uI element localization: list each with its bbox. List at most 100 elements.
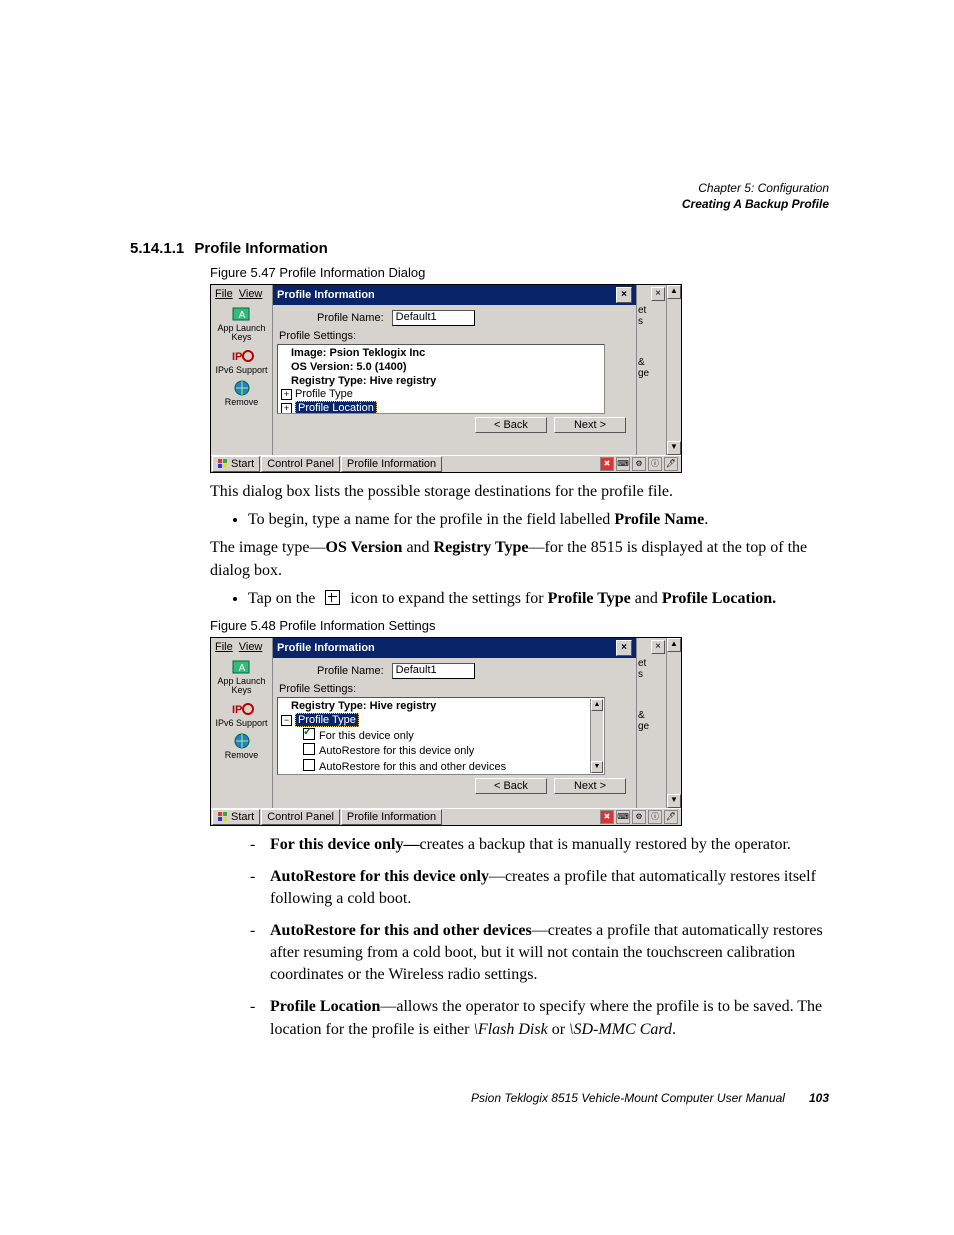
dash-list: For this device only—creates a backup th… <box>250 834 824 1041</box>
taskbar-profile-info[interactable]: Profile Information <box>341 456 442 472</box>
tree-os-version: OS Version: 5.0 (1400) <box>281 361 601 375</box>
taskbar-control-panel[interactable]: Control Panel <box>261 809 340 825</box>
tray-icon[interactable]: ⓘ <box>648 457 662 471</box>
windows-icon <box>218 459 228 469</box>
tree-profile-type[interactable]: −Profile Type <box>281 714 601 728</box>
tray-icon[interactable]: 🖊 <box>664 457 678 471</box>
section-heading: 5.14.1.1 Profile Information <box>130 240 824 257</box>
profile-settings-label: Profile Settings: <box>279 330 632 342</box>
collapse-icon[interactable]: − <box>281 715 292 726</box>
desktop-left-panel: File View A App Launch Keys IP IPv6 Supp… <box>211 638 273 808</box>
checkbox-icon[interactable] <box>303 759 315 771</box>
svg-text:IP: IP <box>232 351 242 363</box>
desktop-item-remove[interactable]: Remove <box>212 398 271 407</box>
taskbar-profile-info[interactable]: Profile Information <box>341 809 442 825</box>
section-title: Profile Information <box>194 240 327 257</box>
bullet-profile-name: To begin, type a name for the profile in… <box>248 509 824 531</box>
settings-tree[interactable]: Image: Psion Teklogix Inc OS Version: 5.… <box>277 344 605 414</box>
scroll-up-icon[interactable]: ▲ <box>667 638 681 652</box>
tree-profile-location[interactable]: +Profile Location <box>281 402 601 414</box>
menu-view[interactable]: View <box>239 288 263 300</box>
tree-opt-this-device-only[interactable]: For this device only <box>281 728 601 744</box>
dialog-title-text: Profile Information <box>277 289 375 301</box>
expand-icon[interactable]: + <box>281 389 292 400</box>
app-launch-keys-icon: A <box>230 305 254 323</box>
checkbox-icon[interactable] <box>303 728 315 740</box>
scroll-down-icon[interactable]: ▼ <box>667 441 681 455</box>
menu-file[interactable]: File <box>215 288 233 300</box>
desktop-item-ipv6[interactable]: IPv6 Support <box>212 366 271 375</box>
figure-caption-47: Figure 5.47 Profile Information Dialog <box>210 265 824 280</box>
profile-settings-label: Profile Settings: <box>279 683 632 695</box>
profile-name-input[interactable]: Default1 <box>392 310 475 326</box>
scroll-up-icon[interactable]: ▲ <box>591 699 603 711</box>
svg-text:A: A <box>238 310 245 321</box>
svg-text:A: A <box>238 663 245 674</box>
desktop-item-ipv6[interactable]: IPv6 Support <box>212 719 271 728</box>
bullet-list-2: Tap on the icon to expand the settings f… <box>230 588 824 610</box>
tray-icon[interactable]: ✖ <box>600 810 614 824</box>
tree-registry-type: Registry Type: Hive registry <box>281 375 601 389</box>
bullet-tap-expand: Tap on the icon to expand the settings f… <box>248 588 824 610</box>
desktop-item-app-launch-keys[interactable]: App Launch Keys <box>212 677 271 696</box>
dash-autorestore-this: AutoRestore for this device only—creates… <box>250 866 824 910</box>
outer-scrollbar[interactable]: ▲ ▼ <box>666 638 681 808</box>
dash-this-device-only: For this device only—creates a backup th… <box>250 834 824 856</box>
taskbar-control-panel[interactable]: Control Panel <box>261 456 340 472</box>
profile-name-input[interactable]: Default1 <box>392 663 475 679</box>
desktop-item-remove[interactable]: Remove <box>212 751 271 760</box>
windows-icon <box>218 812 228 822</box>
dash-autorestore-other: AutoRestore for this and other devices—c… <box>250 920 824 986</box>
system-tray: ✖ ⌨ ⚙ ⓘ 🖊 <box>600 457 681 471</box>
scroll-down-icon[interactable]: ▼ <box>591 761 603 773</box>
back-button[interactable]: < Back <box>475 778 547 794</box>
taskbar: Start Control Panel Profile Information … <box>211 808 681 825</box>
ipv6-icon: IP <box>230 700 254 718</box>
bullet-list-1: To begin, type a name for the profile in… <box>230 509 824 531</box>
scroll-up-icon[interactable]: ▲ <box>667 285 681 299</box>
taskbar: Start Control Panel Profile Information … <box>211 455 681 472</box>
system-tray: ✖ ⌨ ⚙ ⓘ 🖊 <box>600 810 681 824</box>
section-number: 5.14.1.1 <box>130 240 184 257</box>
tree-profile-type[interactable]: +Profile Type <box>281 388 601 402</box>
tray-icon[interactable]: 🖊 <box>664 810 678 824</box>
tray-icon[interactable]: ✖ <box>600 457 614 471</box>
tree-opt-autorestore-this[interactable]: AutoRestore for this device only <box>281 743 601 759</box>
tray-icon[interactable]: ⌨ <box>616 810 630 824</box>
close-icon[interactable]: × <box>651 287 665 301</box>
figure-48-screenshot: File View A App Launch Keys IP IPv6 Supp… <box>210 637 682 826</box>
header-section: Creating A Backup Profile <box>682 196 829 212</box>
globe-icon <box>230 379 254 397</box>
tree-image: Image: Psion Teklogix Inc <box>281 347 601 361</box>
settings-tree[interactable]: ▲ ▼ Registry Type: Hive registry −Profil… <box>277 697 605 775</box>
desktop-item-app-launch-keys[interactable]: App Launch Keys <box>212 324 271 343</box>
start-button[interactable]: Start <box>212 809 260 825</box>
figure-47-screenshot: File View A App Launch Keys IP IPv6 Supp… <box>210 284 682 473</box>
profile-info-dialog: Profile Information × Profile Name: Defa… <box>273 285 636 455</box>
next-button[interactable]: Next > <box>554 417 626 433</box>
expand-icon[interactable]: + <box>281 403 292 414</box>
close-icon[interactable]: × <box>651 640 665 654</box>
close-button[interactable]: × <box>616 287 632 303</box>
tree-opt-autorestore-other[interactable]: AutoRestore for this and other devices <box>281 759 601 775</box>
plus-icon <box>325 590 340 605</box>
paragraph-1: This dialog box lists the possible stora… <box>210 481 824 503</box>
outer-scrollbar[interactable]: ▲ ▼ <box>666 285 681 455</box>
menu-file[interactable]: File <box>215 641 233 653</box>
start-button[interactable]: Start <box>212 456 260 472</box>
tray-icon[interactable]: ⓘ <box>648 810 662 824</box>
tray-icon[interactable]: ⌨ <box>616 457 630 471</box>
close-button[interactable]: × <box>616 640 632 656</box>
dash-profile-location: Profile Location—allows the operator to … <box>250 996 824 1040</box>
paragraph-2: The image type—OS Version and Registry T… <box>210 537 824 581</box>
tree-registry-type: Registry Type: Hive registry <box>281 700 601 714</box>
tray-icon[interactable]: ⚙ <box>632 457 646 471</box>
next-button[interactable]: Next > <box>554 778 626 794</box>
back-button[interactable]: < Back <box>475 417 547 433</box>
checkbox-icon[interactable] <box>303 743 315 755</box>
footer-title: Psion Teklogix 8515 Vehicle-Mount Comput… <box>471 1091 785 1105</box>
tray-icon[interactable]: ⚙ <box>632 810 646 824</box>
profile-info-dialog: Profile Information × Profile Name: Defa… <box>273 638 636 808</box>
menu-view[interactable]: View <box>239 641 263 653</box>
scroll-down-icon[interactable]: ▼ <box>667 794 681 808</box>
